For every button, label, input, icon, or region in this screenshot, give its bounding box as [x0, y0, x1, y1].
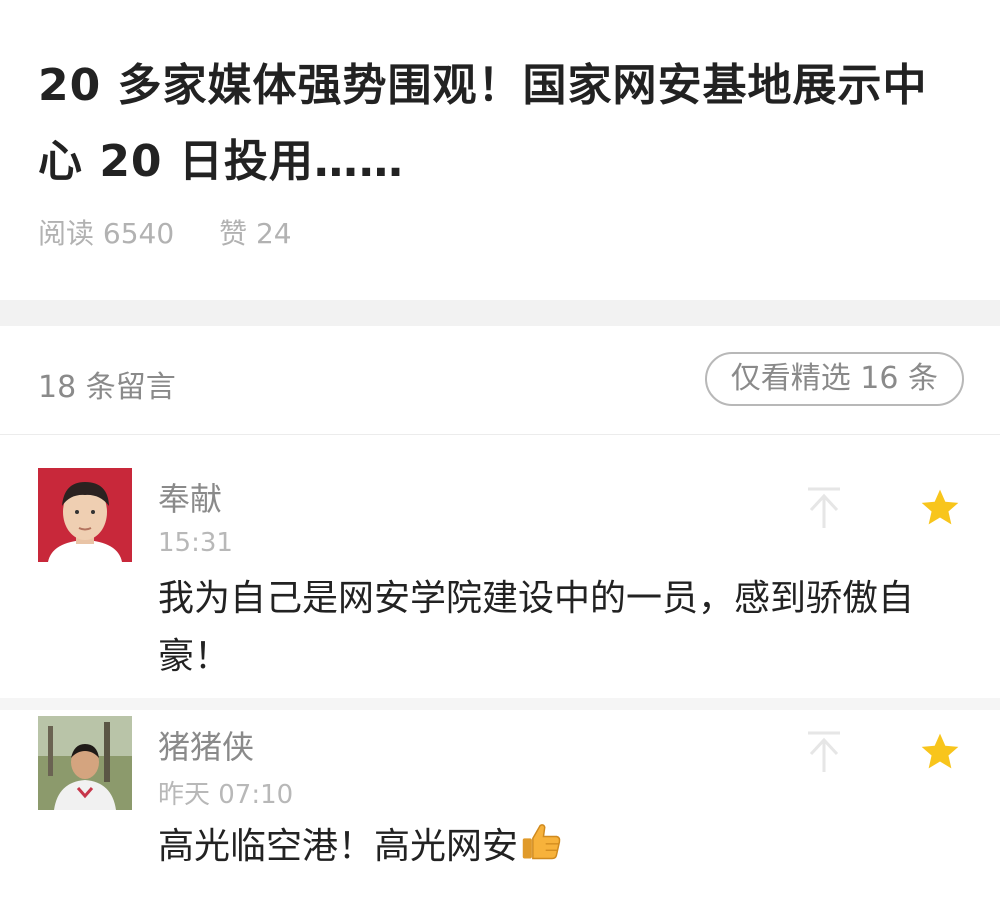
comment-time: 昨天 07:10: [158, 780, 294, 810]
section-divider: [0, 300, 1000, 326]
comments-count: 18 条留言: [38, 370, 176, 405]
comment-time: 15:31: [158, 528, 233, 558]
article-stats: 阅读 6540 赞 24: [38, 212, 328, 252]
pin-top-icon[interactable]: [806, 486, 842, 530]
comment-author[interactable]: 奉献: [158, 474, 222, 520]
comment-author[interactable]: 猪猪侠: [158, 722, 254, 768]
comment-item: 奉献 15:31 我为自己是网安学院建设中的一员，感到骄傲自豪！: [0, 434, 1000, 698]
featured-filter-button[interactable]: 仅看精选 16 条: [704, 352, 964, 406]
thumbs-up-icon: [520, 820, 564, 864]
read-count: 阅读 6540: [38, 217, 175, 250]
like-count[interactable]: 赞 24: [219, 217, 292, 250]
avatar[interactable]: [38, 468, 132, 562]
comment-item: 猪猪侠 昨天 07:10 高光临空港！高光网安: [0, 710, 1000, 901]
comment-text: 我为自己是网安学院建设中的一员，感到骄傲自豪！: [158, 578, 915, 677]
comment-text: 高光临空港！高光网安: [158, 826, 519, 867]
star-icon[interactable]: [918, 486, 962, 530]
comment-divider: [0, 698, 1000, 710]
avatar[interactable]: [38, 716, 132, 810]
comment-body: 高光临空港！高光网安: [158, 818, 958, 876]
star-icon[interactable]: [918, 730, 962, 774]
comments-header: 18 条留言 仅看精选 16 条: [0, 326, 1000, 435]
article-title: 20 多家媒体强势围观！国家网安基地展示中心 20 日投用……: [38, 60, 928, 187]
pin-top-icon[interactable]: [806, 730, 842, 774]
